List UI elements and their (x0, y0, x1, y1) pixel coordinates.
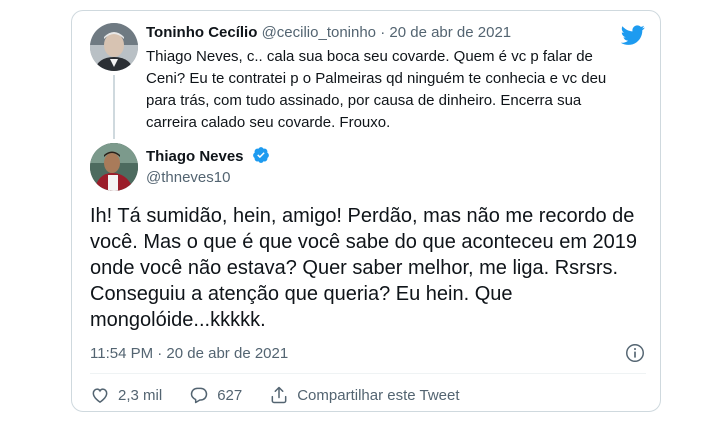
quoted-author-name[interactable]: Toninho Cecílio (146, 24, 257, 41)
share-label: Compartilhar este Tweet (297, 386, 460, 404)
reply-icon[interactable] (189, 385, 209, 405)
embedded-tweet-card: Toninho Cecílio @cecilio_toninho · 20 de… (71, 10, 661, 412)
quoted-author-handle[interactable]: @cecilio_toninho (262, 24, 376, 41)
main-tweet-text: Ih! Tá sumidão, hein, amigo! Perdão, mas… (90, 205, 638, 331)
reply-action[interactable]: 627 (189, 385, 242, 405)
quoted-author-avatar[interactable] (90, 23, 138, 71)
main-author-avatar[interactable] (90, 143, 138, 191)
quoted-tweet-header: Toninho Cecílio @cecilio_toninho · 20 de… (146, 23, 511, 43)
tweet-timestamp[interactable]: 11:54 PM · 20 de abr de 2021 (90, 344, 288, 364)
info-icon[interactable] (624, 342, 646, 364)
verified-badge-icon (252, 147, 269, 163)
thread-connector-line (113, 75, 115, 139)
quoted-tweet-text: Thiago Neves, c.. cala sua boca seu cova… (146, 48, 607, 131)
like-action[interactable]: 2,3 mil (90, 385, 162, 405)
like-count: 2,3 mil (118, 386, 163, 404)
main-author-name-row: Thiago Neves (146, 146, 270, 167)
share-action[interactable]: Compartilhar este Tweet (269, 385, 460, 405)
main-author-name[interactable]: Thiago Neves (146, 148, 244, 165)
quoted-avatar-image (90, 23, 138, 71)
quoted-tweet-date[interactable]: 20 de abr de 2021 (389, 24, 511, 41)
share-icon[interactable] (269, 385, 289, 405)
main-avatar-image (90, 143, 138, 191)
main-author-handle[interactable]: @thneves10 (146, 168, 230, 188)
reply-count: 627 (217, 386, 243, 404)
actions-divider (90, 373, 646, 374)
tweet-actions-bar: 2,3 mil 627 Compartilhar este Tweet (90, 383, 487, 407)
heart-icon[interactable] (90, 385, 110, 405)
quoted-date-separator: · (380, 24, 386, 41)
twitter-logo-icon[interactable] (621, 23, 645, 47)
